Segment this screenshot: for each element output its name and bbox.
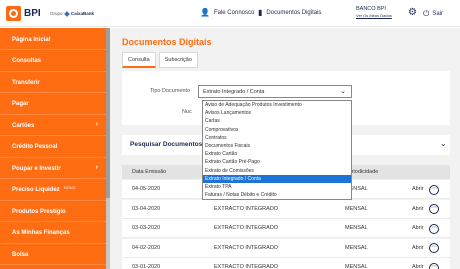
dropdown-option[interactable]: Documentos Fiscais	[203, 142, 351, 150]
sidebar-item[interactable]: As Minhas Finanças	[0, 224, 106, 244]
more-options-icon[interactable]: ⋯	[429, 204, 439, 214]
document-type-select[interactable]: Extrato Integrado / Conta ⌄	[198, 85, 352, 98]
sidebar-item-label: Consultas	[12, 58, 42, 64]
tabs: Consulta Subscrição	[122, 52, 201, 68]
dropdown-option[interactable]: Faturas / Notas Débito e Crédito	[203, 191, 351, 199]
dropdown-option[interactable]: Extrato Cartão Pré-Pago	[203, 158, 351, 166]
more-options-icon[interactable]: ⋯	[429, 184, 439, 195]
tab-subscricao[interactable]: Subscrição	[158, 52, 198, 68]
dropdown-option[interactable]: Contratos	[203, 134, 351, 142]
sidebar-item[interactable]: Transferir	[0, 73, 106, 93]
bpi-logo-icon	[6, 6, 21, 21]
open-link[interactable]: Abrir	[412, 264, 424, 269]
sidebar-item-label: Cartões	[12, 122, 35, 129]
document-type-label: Tipo Documento	[150, 88, 191, 94]
top-bar: BPI Grupo CaixaBank 👤 Fale Connosco ▮ Do…	[0, 0, 460, 27]
search-title: Pesquisar Documentos	[130, 141, 203, 148]
cell-periodicity: MENSAL	[345, 205, 368, 212]
dropdown-option[interactable]: Avisos Lançamentos	[203, 109, 351, 117]
sidebar-item-label: Página Inicial	[12, 36, 51, 43]
cell-type: EXTRACTO INTEGRADO	[214, 264, 279, 269]
digital-documents-link[interactable]: ▮ Documentos Digitais	[258, 9, 321, 17]
cell-periodicity: MENSAL	[345, 264, 368, 269]
sidebar-item-label: Pagar	[12, 101, 29, 107]
sidebar-item-label: As Minhas Finanças	[12, 230, 70, 236]
more-options-icon[interactable]: ⋯	[429, 223, 439, 234]
account-info: BANCO BPI Ver Os Meus Dados	[356, 6, 408, 18]
sidebar-item-label: Poupar e Investir	[12, 165, 61, 172]
group-brand: CaixaBank	[71, 11, 95, 16]
table-row: 03-03-2020 EXTRACTO INTEGRADO MENSAL	[122, 219, 450, 238]
cell-date: 03-03-2020	[132, 225, 161, 231]
open-link[interactable]: Abrir	[412, 225, 424, 231]
logout-button[interactable]: ⏻ Sair	[423, 9, 443, 19]
open-link[interactable]: Abrir	[412, 245, 424, 251]
logout-label: Sair	[432, 11, 443, 17]
sidebar-item[interactable]: Preciso Liquidez NOVO	[0, 181, 106, 201]
folder-icon: ▮	[258, 8, 263, 17]
more-options-icon[interactable]: ⋯	[429, 243, 439, 253]
sidebar-item[interactable]: Pagar	[0, 95, 106, 115]
dropdown-option[interactable]: Extrato de Comissões	[203, 167, 351, 175]
sidebar-item[interactable]: Produtos Prestígio	[0, 202, 106, 222]
chevron-down-icon[interactable]: ⌄	[440, 139, 447, 148]
open-link[interactable]: Abrir	[412, 186, 424, 192]
chevron-right-icon: ›	[95, 164, 98, 171]
logo-text: BPI	[24, 8, 41, 19]
document-type-value: Extrato Integrado / Conta	[203, 88, 265, 95]
chat-icon: 👤	[200, 8, 210, 17]
cell-periodicity: MENSAL	[345, 225, 368, 231]
documents-label: Documentos Digitais	[266, 10, 322, 16]
header-date: Data Emissão	[132, 169, 167, 175]
cell-date: 03-01-2020	[132, 264, 161, 269]
document-type-dropdown[interactable]: Aviso de Adequação Produtos Investimento…	[202, 100, 352, 200]
sidebar-item-label: Crédito Pessoal	[12, 144, 58, 150]
sidebar-item-label: Bolsa	[12, 251, 29, 258]
sidebar-item[interactable]: Poupar e Investir ›	[0, 159, 106, 179]
sidebar-item[interactable]: Crédito Pessoal	[0, 138, 106, 158]
cell-date: 04-02-2020	[132, 244, 161, 251]
dropdown-option[interactable]: Extrato Cartão	[203, 150, 351, 158]
user-data-link[interactable]: Ver Os Meus Dados	[356, 13, 408, 18]
second-field-label: Nuc	[182, 109, 192, 115]
sidebar-item-label: Produtos Prestígio	[12, 208, 66, 215]
page-title: Documentos Digitais	[122, 37, 212, 47]
group-label: Grupo	[50, 11, 63, 16]
contact-label: Fale Connosco	[213, 10, 255, 16]
cell-type: EXTRACTO INTEGRADO	[214, 205, 279, 212]
more-options-icon[interactable]: ⋯	[429, 262, 439, 269]
contact-link[interactable]: 👤 Fale Connosco	[200, 9, 254, 17]
gear-icon[interactable]: ⚙	[408, 7, 417, 18]
dropdown-option[interactable]: Aviso de Adequação Produtos Investimento	[203, 101, 351, 109]
dropdown-option[interactable]: Cartas	[203, 117, 351, 125]
cell-periodicity: MENSAL	[345, 244, 368, 251]
power-icon: ⏻	[423, 9, 430, 18]
bpi-logo[interactable]: BPI	[6, 6, 41, 21]
chevron-right-icon: ›	[95, 121, 98, 128]
cell-type: EXTRACTO INTEGRADO	[214, 225, 279, 231]
tab-consulta[interactable]: Consulta	[122, 52, 156, 68]
bank-name: BANCO BPI	[356, 6, 386, 12]
cell-date: 04-05-2020	[132, 186, 161, 192]
dropdown-option[interactable]: Comprovativos	[203, 126, 351, 134]
group-caixabank: Grupo CaixaBank	[50, 10, 95, 17]
cell-type: EXTRACTO INTEGRADO	[214, 244, 279, 251]
dropdown-option[interactable]: Extrato Integrado / Conta	[203, 174, 351, 183]
sidebar-item-label: Transferir	[12, 79, 40, 86]
table-row: 03-04-2020 EXTRACTO INTEGRADO MENSAL	[122, 199, 450, 219]
sidebar-item[interactable]: Bolsa	[0, 245, 106, 265]
sidebar-item[interactable]: Página Inicial	[0, 30, 106, 50]
table-row: 03-01-2020 EXTRACTO INTEGRADO MENSAL	[122, 258, 450, 269]
table-row: 04-02-2020 EXTRACTO INTEGRADO MENSAL	[122, 238, 450, 258]
sidebar-item-label: Preciso Liquidez	[12, 187, 60, 193]
chevron-down-icon: ⌄	[340, 88, 346, 95]
sidebar-item[interactable]: Cartões ›	[0, 116, 106, 136]
caixabank-star-icon	[63, 10, 70, 17]
open-link[interactable]: Abrir	[412, 206, 424, 212]
new-badge: NOVO	[63, 184, 76, 190]
sidebar-item[interactable]: Consultas	[0, 52, 106, 72]
dropdown-option[interactable]: Extrato TPA	[203, 183, 351, 191]
cell-date: 03-04-2020	[132, 205, 161, 212]
